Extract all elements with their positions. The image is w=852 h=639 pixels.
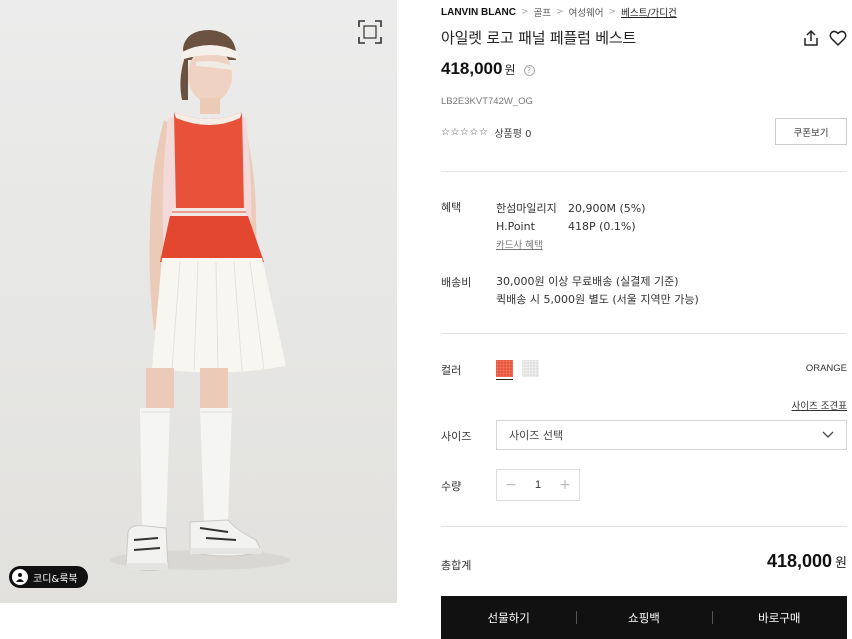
model-illustration [110, 30, 290, 572]
review-count[interactable]: 상품평 0 [494, 125, 531, 140]
benefit-name: H.Point [496, 219, 535, 233]
fullscreen-icon[interactable] [356, 18, 384, 46]
size-select-placeholder: 사이즈 선택 [509, 429, 564, 442]
breadcrumb-brand[interactable]: LANVIN BLANC [441, 7, 516, 18]
color-label: 컬러 [441, 364, 462, 377]
product-title: 아일렛 로고 패널 페플럼 베스트 [441, 29, 637, 47]
star-rating-icon: ☆☆☆☆☆ [441, 127, 489, 138]
heart-icon[interactable] [829, 29, 847, 47]
benefit-list: 한섬마일리지 20,900M (5%) H.Point 418P (0.1%) … [496, 199, 646, 252]
breadcrumb: LANVIN BLANC > 골프 > 여성웨어 > 베스트/가디건 [441, 5, 677, 20]
plus-icon[interactable]: + [551, 470, 579, 500]
total-price-unit: 원 [835, 556, 847, 571]
product-price: 418,000 원 ? [441, 59, 535, 79]
product-code: LB2E3KVT742W_OG [441, 96, 533, 107]
chevron-right-icon: > [608, 7, 617, 17]
benefit-row: H.Point 418P (0.1%) [496, 217, 646, 235]
shipping-line-1: 30,000원 이상 무료배송 (실결제 기준) [496, 275, 679, 288]
shipping-info: 30,000원 이상 무료배송 (실결제 기준) 퀵배송 시 5,000원 별도… [496, 273, 699, 309]
chevron-right-icon: > [556, 7, 564, 17]
product-photo[interactable]: 코디&룩북 [0, 0, 397, 603]
benefit-label: 혜택 [441, 201, 462, 214]
share-icon[interactable] [802, 29, 820, 47]
selected-color-name: ORANGE [805, 363, 847, 374]
person-icon [12, 569, 28, 585]
minus-icon[interactable]: − [497, 470, 525, 500]
color-swatch-orange[interactable] [496, 360, 513, 380]
product-info-panel: LANVIN BLANC > 골프 > 여성웨어 > 베스트/가디건 아일렛 로… [441, 0, 847, 639]
look-book-label: 코디&룩북 [33, 573, 78, 585]
chevron-down-icon [822, 431, 834, 438]
color-swatch-white[interactable] [522, 360, 539, 377]
chevron-right-icon: > [521, 7, 529, 17]
rating: ☆☆☆☆☆ 상품평 0 [441, 125, 531, 140]
breadcrumb-item-vest[interactable]: 베스트/가디건 [621, 5, 677, 19]
purchase-action-bar: 선물하기 쇼핑백 바로구매 [441, 596, 847, 639]
size-select[interactable]: 사이즈 선택 [496, 420, 847, 450]
divider [441, 526, 847, 527]
total-label: 총합계 [441, 559, 472, 572]
benefit-row: 한섬마일리지 20,900M (5%) [496, 199, 646, 217]
card-benefit-link[interactable]: 카드사 혜택 [496, 237, 646, 251]
gift-button[interactable]: 선물하기 [441, 596, 576, 639]
shopping-bag-button[interactable]: 쇼핑백 [576, 596, 711, 639]
benefit-name: 한섬마일리지 [496, 202, 557, 215]
breadcrumb-item-golf[interactable]: 골프 [534, 5, 551, 19]
divider [441, 171, 847, 172]
divider [441, 333, 847, 334]
shipping-line-2: 퀵배송 시 5,000원 별도 (서울 지역만 가능) [496, 293, 699, 306]
size-guide-link[interactable]: 사이즈 조견표 [771, 398, 847, 412]
help-icon[interactable]: ? [523, 65, 535, 76]
quantity-label: 수량 [441, 480, 462, 493]
total-price-value: 418,000 [766, 551, 833, 571]
quantity-value[interactable]: 1 [525, 479, 551, 491]
benefit-value: 20,900M (5%) [568, 201, 646, 215]
breadcrumb-item-womens[interactable]: 여성웨어 [569, 5, 604, 19]
price-unit: 원 [504, 63, 516, 77]
buy-now-button[interactable]: 바로구매 [711, 596, 847, 639]
shipping-label: 배송비 [441, 276, 472, 289]
look-book-badge[interactable]: 코디&룩북 [9, 566, 88, 588]
total-price: 418,000 원 [767, 551, 847, 572]
price-value: 418,000 [441, 59, 503, 78]
benefit-value: 418P (0.1%) [568, 219, 636, 233]
coupon-button[interactable]: 쿠폰보기 [775, 118, 847, 145]
size-label: 사이즈 [441, 430, 472, 443]
quantity-stepper: − 1 + [496, 469, 580, 501]
